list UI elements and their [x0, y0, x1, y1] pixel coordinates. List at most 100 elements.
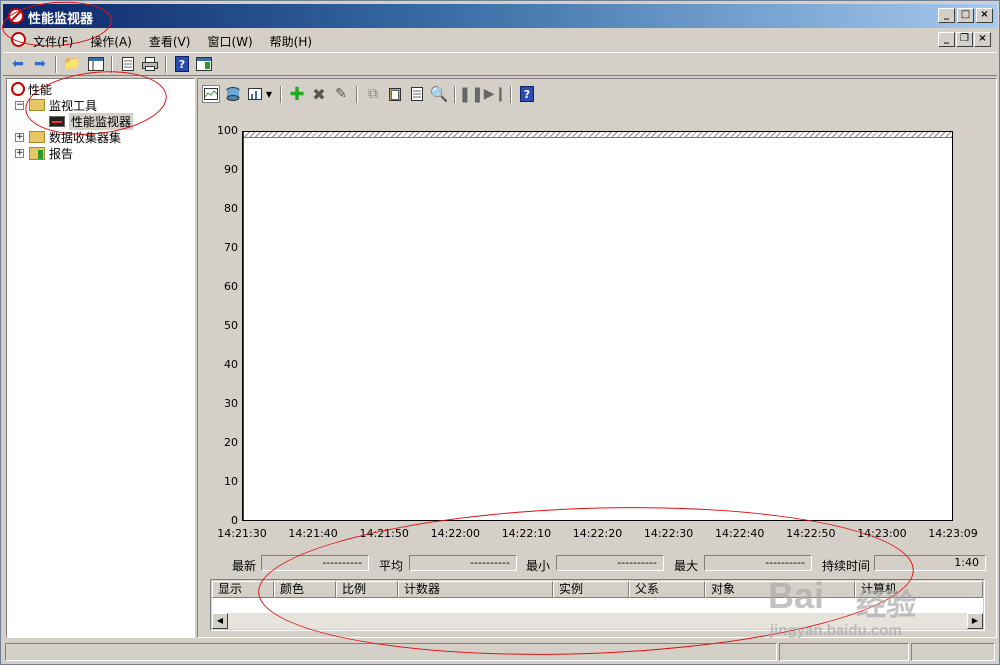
- current-time-bar: [243, 132, 244, 520]
- tree-item-label: 监视工具: [49, 98, 98, 113]
- performance-monitor-toolbar: ▼ ✚ ✖ ✎ ⧉ 🔍 ❚❚ ▶❙ ?: [200, 83, 994, 105]
- x-tick-label: 14:21:50: [359, 527, 409, 540]
- tree-item-label: 报告: [49, 146, 74, 161]
- help-icon[interactable]: ?: [518, 85, 536, 103]
- delete-counter-icon[interactable]: ✖: [310, 85, 328, 104]
- legend-header: 显示 颜色 比例 计数器 实例 父系 对象 计算机: [212, 581, 983, 598]
- show-action-pane-icon[interactable]: [195, 55, 213, 73]
- menu-view[interactable]: 查看(V): [149, 33, 191, 50]
- y-tick-label: 70: [224, 241, 238, 254]
- close-button[interactable]: ×: [976, 8, 993, 23]
- y-tick-label: 20: [224, 436, 238, 449]
- x-tick-label: 14:22:40: [714, 527, 765, 540]
- minimize-button[interactable]: _: [938, 8, 955, 23]
- caption-buttons: _ □ ×: [938, 8, 993, 23]
- add-counter-icon[interactable]: ✚: [288, 84, 306, 105]
- value-bar: 最新 ---------- 平均 ---------- 最小 ---------…: [198, 554, 998, 574]
- x-tick-label: 14:22:30: [643, 527, 694, 540]
- column-parent[interactable]: 父系: [629, 581, 705, 598]
- tree-item-label: 性能监视器: [69, 112, 134, 130]
- y-tick-label: 40: [224, 358, 238, 371]
- menu-help[interactable]: 帮助(H): [270, 33, 312, 50]
- update-data-icon[interactable]: ▶❙: [484, 85, 507, 103]
- back-arrow-icon[interactable]: ⬅: [9, 55, 27, 73]
- paste-counter-list-icon[interactable]: [386, 85, 404, 103]
- tree-item-performance-monitor[interactable]: 性能监视器: [49, 112, 134, 130]
- expand-toggle[interactable]: +: [15, 148, 24, 158]
- help-icon[interactable]: ?: [173, 55, 191, 73]
- column-show[interactable]: 显示: [212, 581, 274, 598]
- mdi-caption-buttons: _ ❐ ×: [938, 32, 991, 47]
- x-tick-label: 14:23:09: [928, 527, 978, 540]
- menu-window[interactable]: 窗口(W): [207, 33, 252, 50]
- column-counter[interactable]: 计数器: [398, 581, 553, 598]
- column-instance[interactable]: 实例: [553, 581, 629, 598]
- folder-icon: [29, 99, 45, 111]
- x-tick-label: 14:22:20: [572, 527, 623, 540]
- maximize-button[interactable]: □: [957, 8, 974, 23]
- scroll-left-button[interactable]: ◀: [212, 613, 228, 629]
- x-tick-label: 14:21:30: [217, 527, 267, 540]
- tree-item-monitoring-tools[interactable]: − 监视工具: [15, 97, 97, 113]
- window-title: 性能监视器: [28, 12, 94, 27]
- y-tick-label: 50: [224, 319, 238, 332]
- duration-label: 持续时间: [822, 559, 871, 573]
- performance-icon: [11, 82, 25, 96]
- collapse-toggle[interactable]: −: [15, 100, 24, 110]
- menu-file[interactable]: 文件(F): [33, 33, 73, 50]
- mdi-restore-button[interactable]: ❐: [956, 32, 973, 47]
- performance-monitor-window: 性能监视器 _ □ × 文件(F) 操作(A) 查看(V) 窗口(W) 帮助(H…: [0, 0, 1000, 665]
- y-tick-label: 30: [224, 397, 238, 410]
- maximum-value: ----------: [704, 555, 812, 571]
- x-tick-label: 14:23:00: [857, 527, 907, 540]
- column-scale[interactable]: 比例: [336, 581, 398, 598]
- title-bar[interactable]: 性能监视器 _ □ ×: [3, 4, 997, 28]
- print-icon[interactable]: [141, 55, 159, 73]
- tree-item-data-collector-sets[interactable]: + 数据收集器集: [15, 129, 121, 145]
- properties-icon[interactable]: [408, 85, 426, 103]
- horizontal-scrollbar[interactable]: ◀ ▶: [212, 613, 983, 629]
- forward-arrow-icon[interactable]: ➡: [31, 55, 49, 73]
- main-toolbar: ⬅ ➡ 📁 ?: [3, 52, 997, 76]
- column-computer[interactable]: 计算机: [855, 581, 983, 598]
- column-object[interactable]: 对象: [705, 581, 855, 598]
- x-tick-label: 14:22:10: [501, 527, 552, 540]
- status-bar: [3, 642, 997, 662]
- view-current-activity-icon[interactable]: [202, 85, 220, 103]
- line-graph[interactable]: [242, 131, 953, 521]
- last-label: 最新: [232, 559, 257, 573]
- status-panel-main: [5, 643, 777, 661]
- zoom-icon[interactable]: 🔍: [430, 85, 449, 103]
- mdi-minimize-button[interactable]: _: [938, 32, 955, 47]
- y-tick-label: 10: [224, 475, 238, 488]
- tree-item-performance[interactable]: 性能: [11, 81, 52, 97]
- tree-item-reports[interactable]: + 报告: [15, 145, 73, 161]
- average-value: ----------: [409, 555, 517, 571]
- tree-item-label: 数据收集器集: [49, 130, 122, 145]
- last-value: ----------: [261, 555, 369, 571]
- scroll-right-button[interactable]: ▶: [967, 613, 983, 629]
- up-folder-icon[interactable]: 📁: [63, 55, 81, 73]
- mdi-system-menu-icon[interactable]: [11, 32, 26, 47]
- highlight-icon[interactable]: ✎: [332, 85, 350, 103]
- minimum-value: ----------: [556, 555, 664, 571]
- menu-action[interactable]: 操作(A): [90, 33, 132, 50]
- status-panel-2: [779, 643, 909, 661]
- minimum-label: 最小: [526, 559, 551, 573]
- column-color[interactable]: 颜色: [274, 581, 336, 598]
- mdi-close-button[interactable]: ×: [974, 32, 991, 47]
- menu-bar: 文件(F) 操作(A) 查看(V) 窗口(W) 帮助(H) _ ❐ ×: [3, 30, 997, 50]
- svg-text:?: ?: [524, 88, 530, 101]
- expand-toggle[interactable]: +: [15, 132, 24, 142]
- export-list-icon[interactable]: [119, 55, 137, 73]
- view-log-data-icon[interactable]: [224, 85, 242, 103]
- tree-item-label: 性能: [28, 82, 53, 97]
- chevron-down-icon[interactable]: ▼: [264, 85, 274, 103]
- duration-value: 1:40: [874, 555, 986, 571]
- show-hide-tree-icon[interactable]: [87, 55, 105, 73]
- average-label: 平均: [379, 559, 404, 573]
- counter-legend: 显示 颜色 比例 计数器 实例 父系 对象 计算机 ◀ ▶: [210, 579, 985, 631]
- freeze-display-icon[interactable]: ❚❚: [458, 85, 483, 103]
- change-graph-type-icon[interactable]: [246, 85, 264, 103]
- copy-properties-icon[interactable]: ⧉: [364, 85, 382, 103]
